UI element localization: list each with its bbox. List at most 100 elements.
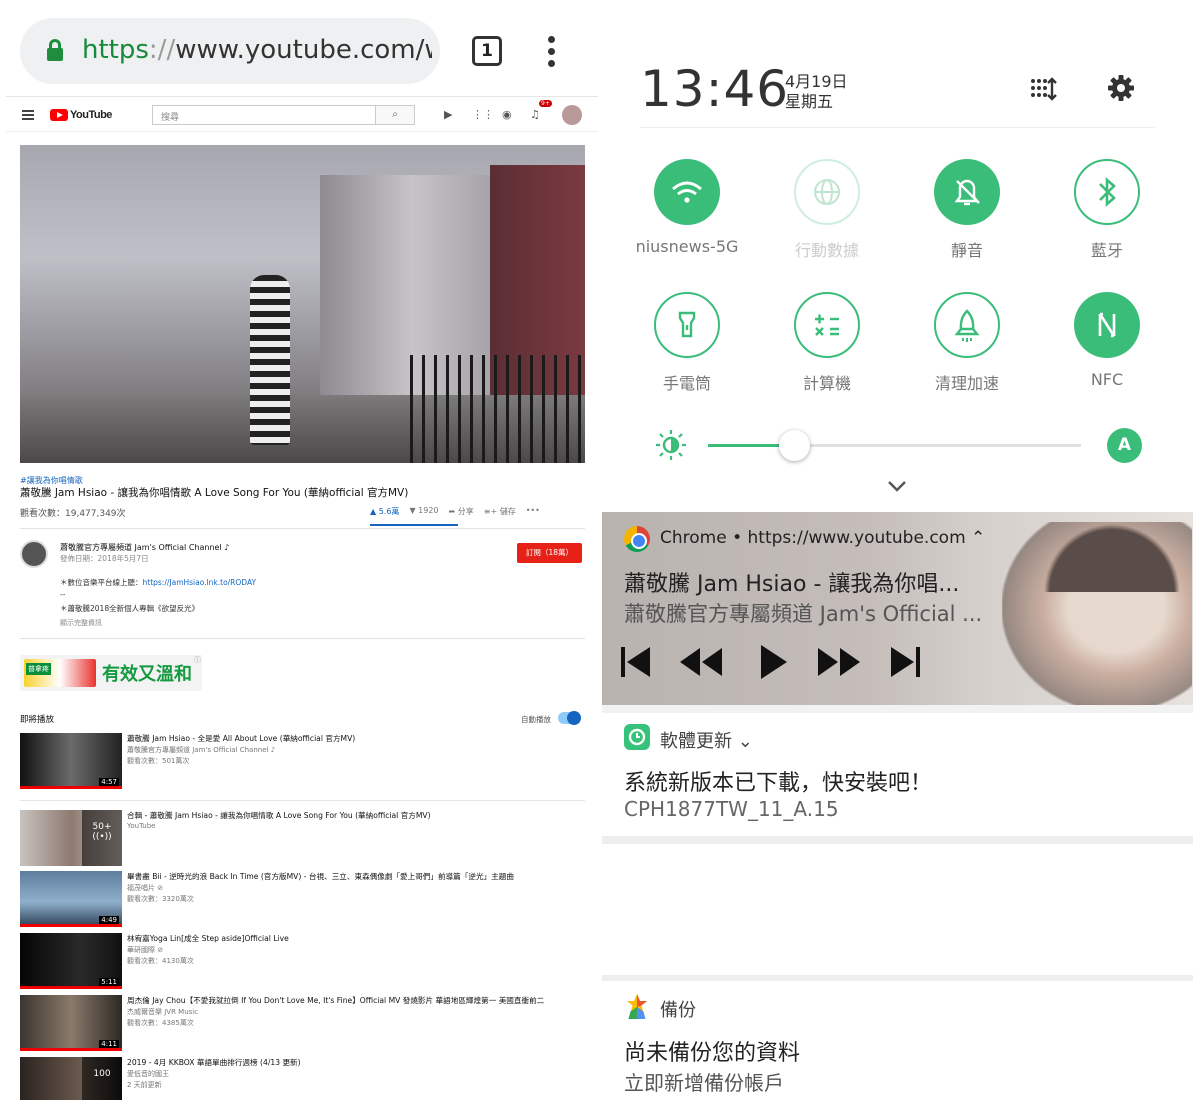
- related-video[interactable]: 4:49 畢書盡 Bii - 逆時光的浪 Back In Time (官方版MV…: [20, 871, 585, 929]
- update-title[interactable]: 系統新版本已下載，快安裝吧！: [624, 765, 932, 797]
- auto-brightness-button[interactable]: A: [1107, 428, 1142, 463]
- browser-menu-icon[interactable]: [548, 36, 556, 67]
- edit-tiles-icon[interactable]: [1028, 74, 1058, 104]
- chevron-down-icon[interactable]: [887, 478, 907, 494]
- video-thumbnail: 5:11: [20, 933, 122, 989]
- tile-calculator[interactable]: 計算機: [757, 292, 897, 402]
- lock-icon: [47, 39, 63, 61]
- skip-previous-icon[interactable]: [618, 642, 654, 682]
- media-notification[interactable]: Chrome • https://www.youtube.com ⌃ 蕭敬騰 J…: [602, 512, 1193, 705]
- related-playlist[interactable]: 100 2019 - 4月 KKBOX 華語單曲排行週榜 (4/13 更新) 愛低…: [20, 1057, 585, 1100]
- search-icon[interactable]: ⌕: [375, 105, 415, 125]
- ad-info-icon[interactable]: ⓘ: [194, 655, 201, 665]
- youtube-header: YouTube 搜尋 ⌕ ▶ ⋮⋮ ◉ ♫ 9+: [6, 96, 598, 132]
- address-bar[interactable]: https://www.youtube.com/wa: [20, 18, 440, 84]
- video-actions: ▲ 5.6萬 ▼ 1920 ➦ 分享 ≡+ 儲存 •••: [370, 506, 540, 517]
- settings-gear-icon[interactable]: [1107, 74, 1135, 102]
- description-line: ＊蕭敬騰2018全新個人專輯《欲望反光》: [60, 604, 200, 613]
- video-thumbnail: 4:11: [20, 995, 122, 1051]
- url-text[interactable]: https://www.youtube.com/wa: [82, 35, 432, 65]
- search-input[interactable]: 搜尋: [152, 105, 376, 125]
- dislike-button[interactable]: ▼ 1920: [409, 506, 438, 517]
- weekday: 星期五: [785, 92, 834, 111]
- software-update-icon: [624, 724, 650, 750]
- video-title: 蕭敬騰 Jam Hsiao - 讓我為你唱情歌 A Love Song For …: [20, 487, 409, 499]
- chrome-icon: [624, 526, 650, 552]
- divider: [602, 975, 1193, 981]
- play-logo-icon: [50, 109, 68, 121]
- related-playlist[interactable]: 50+ ((•)) 合輯 - 蕭敬騰 Jam Hsiao - 讓我為你唱情歌 A …: [20, 810, 585, 868]
- divider: [640, 127, 1155, 128]
- tile-wifi[interactable]: niusnews-5G: [617, 159, 757, 269]
- flashlight-icon: [678, 311, 696, 338]
- channel-name[interactable]: 蕭敬騰官方專屬頻道 Jam's Official Channel ♪: [60, 542, 229, 553]
- divider: [602, 836, 1193, 844]
- more-actions-icon[interactable]: •••: [526, 506, 540, 517]
- backup-icon: [627, 994, 647, 1019]
- browser-pane: https://www.youtube.com/wa 1 YouTube 搜尋 …: [0, 0, 600, 1100]
- brightness-icon: [656, 430, 686, 460]
- media-title: 蕭敬騰 Jam Hsiao - 讓我為你唱...: [624, 572, 960, 597]
- brightness-slider-handle[interactable]: [778, 430, 810, 461]
- like-button[interactable]: ▲ 5.6萬: [370, 506, 399, 517]
- autoplay-label: 自動播放: [521, 715, 551, 724]
- related-video[interactable]: 5:11 林宥嘉Yoga Lin[成全 Step aside]Official …: [20, 933, 585, 991]
- bell-off-icon: [954, 179, 980, 206]
- messages-icon[interactable]: ◉: [502, 108, 512, 121]
- ad-text: 有效又溫和: [102, 664, 192, 685]
- share-button[interactable]: ➦ 分享: [449, 506, 474, 517]
- tile-bluetooth[interactable]: 藍牙: [1037, 159, 1177, 269]
- tile-mobile-data[interactable]: 行動數據: [757, 159, 897, 269]
- ad-banner[interactable]: 普拿疼 有效又溫和: [20, 655, 202, 691]
- calculator-icon: [815, 314, 839, 336]
- divider: [20, 528, 585, 529]
- rewind-icon[interactable]: [678, 642, 724, 682]
- divider: [602, 705, 1193, 713]
- related-video[interactable]: 4:11 周杰倫 Jay Chou【不愛我就拉倒 If You Don't Lo…: [20, 995, 585, 1053]
- skip-next-icon[interactable]: [887, 642, 923, 682]
- play-icon[interactable]: [757, 642, 789, 682]
- view-count: 觀看次數：19,477,349次: [20, 509, 126, 519]
- video-thumbnail: 50+ ((•)): [20, 810, 122, 866]
- rocket-icon: [954, 309, 980, 342]
- apps-grid-icon[interactable]: ⋮⋮: [472, 108, 494, 121]
- nfc-icon: [1098, 312, 1116, 338]
- tile-nfc[interactable]: NFC: [1037, 292, 1177, 402]
- tile-boost[interactable]: 清理加速: [897, 292, 1037, 402]
- clock[interactable]: 13:46: [640, 60, 789, 118]
- ad-product-image: 普拿疼: [24, 659, 96, 687]
- show-more-link[interactable]: 顯示完整資訊: [60, 618, 102, 628]
- wifi-icon: [672, 181, 702, 203]
- media-subtitle: 蕭敬騰官方專屬頻道 Jam's Official ...: [624, 602, 983, 626]
- divider: [20, 638, 585, 639]
- notification-app-name[interactable]: Chrome • https://www.youtube.com ⌃: [660, 528, 985, 548]
- hamburger-menu-icon[interactable]: [22, 110, 34, 120]
- tile-flashlight[interactable]: 手電筒: [617, 292, 757, 402]
- account-avatar[interactable]: [562, 105, 582, 125]
- bell-icon[interactable]: ♫: [530, 108, 540, 121]
- tile-silent[interactable]: 靜音: [897, 159, 1037, 269]
- subscribe-button[interactable]: 訂閱（18萬）: [517, 543, 582, 563]
- fast-forward-icon[interactable]: [816, 642, 862, 682]
- update-version: CPH1877TW_11_A.15: [624, 797, 839, 821]
- description-link[interactable]: https://JamHsiao.lnk.to/RODAY: [143, 578, 257, 587]
- related-video[interactable]: 4:57 蕭敬騰 Jam Hsiao - 全是愛 All About Love …: [20, 733, 585, 791]
- create-video-icon[interactable]: ▶: [444, 108, 452, 121]
- save-button[interactable]: ≡+ 儲存: [484, 506, 516, 517]
- video-thumbnail: 100: [20, 1057, 122, 1100]
- video-thumbnail: 4:49: [20, 871, 122, 927]
- description-line: ＊數位音樂平台線上聽：https://JamHsiao.lnk.to/RODAY: [60, 578, 257, 587]
- up-next-heading: 即將播放: [20, 715, 55, 725]
- autoplay-toggle[interactable]: [558, 711, 581, 725]
- notification-badge: 9+: [539, 100, 552, 107]
- like-ratio-bar: [370, 524, 458, 526]
- notification-app-name[interactable]: 軟體更新 ⌄: [660, 727, 753, 753]
- notification-app-name[interactable]: 備份: [660, 996, 696, 1022]
- video-player[interactable]: [20, 145, 585, 463]
- backup-title[interactable]: 尚未備份您的資料: [624, 1035, 800, 1067]
- channel-avatar[interactable]: [20, 540, 48, 568]
- tab-switcher-button[interactable]: 1: [472, 36, 502, 66]
- divider: [20, 800, 585, 801]
- youtube-logo[interactable]: YouTube: [50, 108, 112, 122]
- backup-subtitle: 立即新增備份帳戶: [624, 1071, 784, 1095]
